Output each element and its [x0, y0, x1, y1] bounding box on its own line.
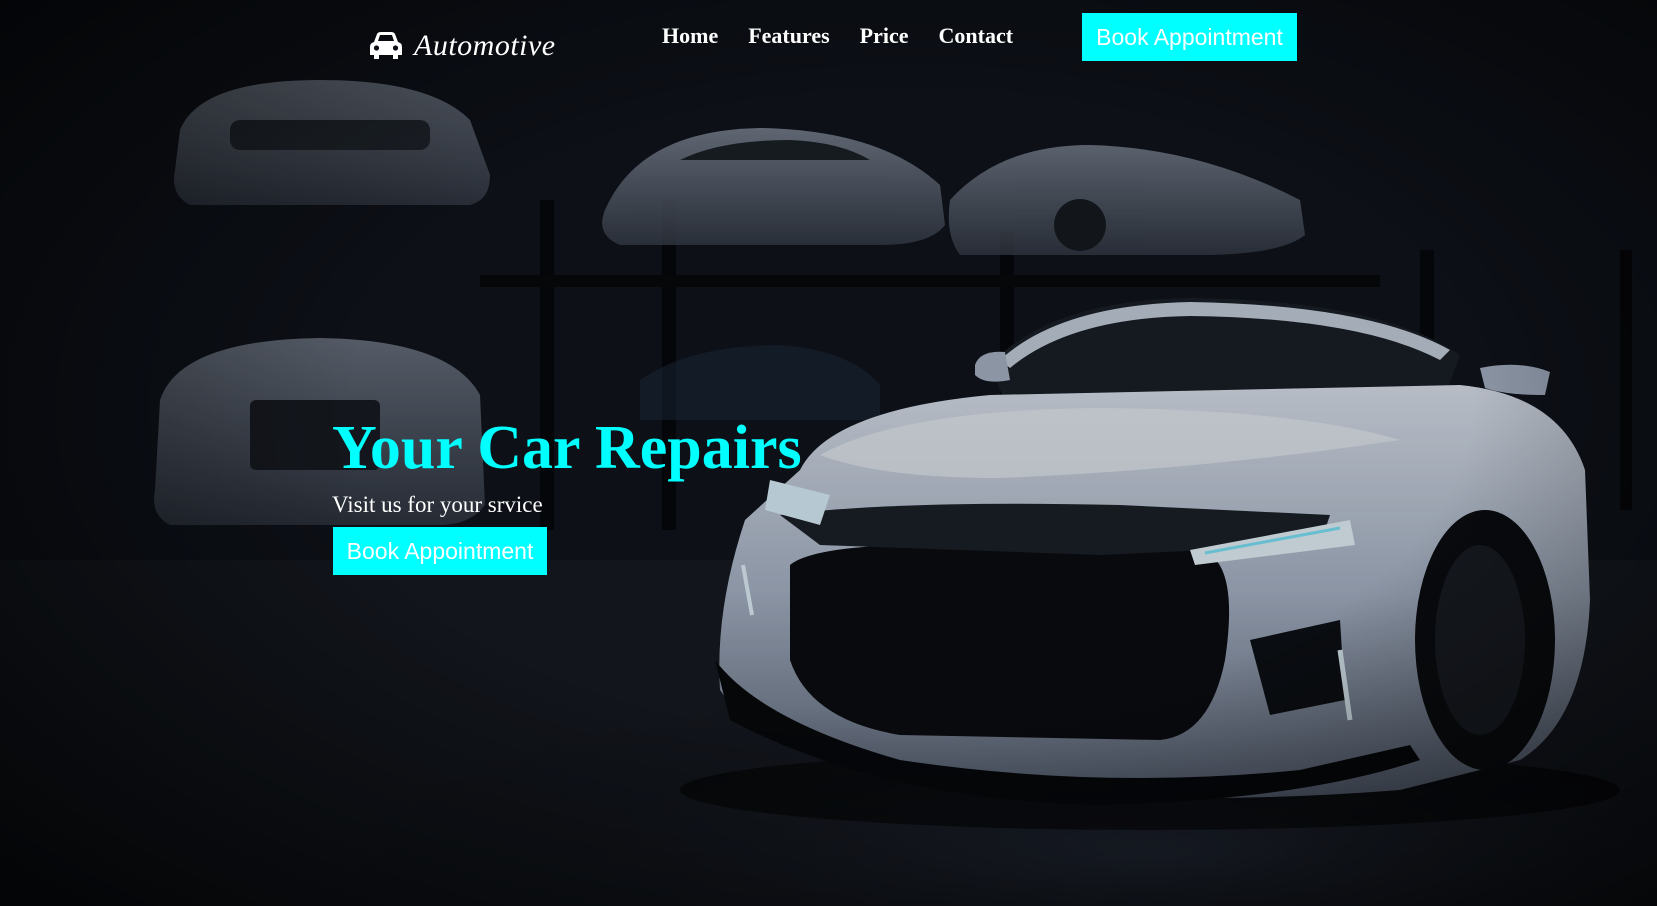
- car-icon: [370, 32, 402, 59]
- nav-book-appointment-button[interactable]: Book Appointment: [1082, 13, 1297, 61]
- top-navbar: Automotive Home Features Price Contact B…: [0, 0, 1657, 80]
- hero-book-appointment-button[interactable]: Book Appointment: [333, 527, 547, 575]
- brand-logo[interactable]: Automotive: [368, 26, 556, 66]
- nav-link-price[interactable]: Price: [860, 23, 909, 49]
- nav-link-home[interactable]: Home: [662, 23, 718, 49]
- nav-link-contact[interactable]: Contact: [939, 23, 1014, 49]
- brand-name: Automotive: [414, 29, 556, 62]
- nav-menu: Home Features Price Contact: [662, 20, 1013, 52]
- hero-section: Automotive Home Features Price Contact B…: [0, 0, 1657, 906]
- nav-link-features[interactable]: Features: [748, 23, 829, 49]
- hero-title: Your Car Repairs: [332, 414, 802, 482]
- hero-background-image: [0, 0, 1657, 906]
- hero-subtitle: Visit us for your srvice: [332, 492, 543, 517]
